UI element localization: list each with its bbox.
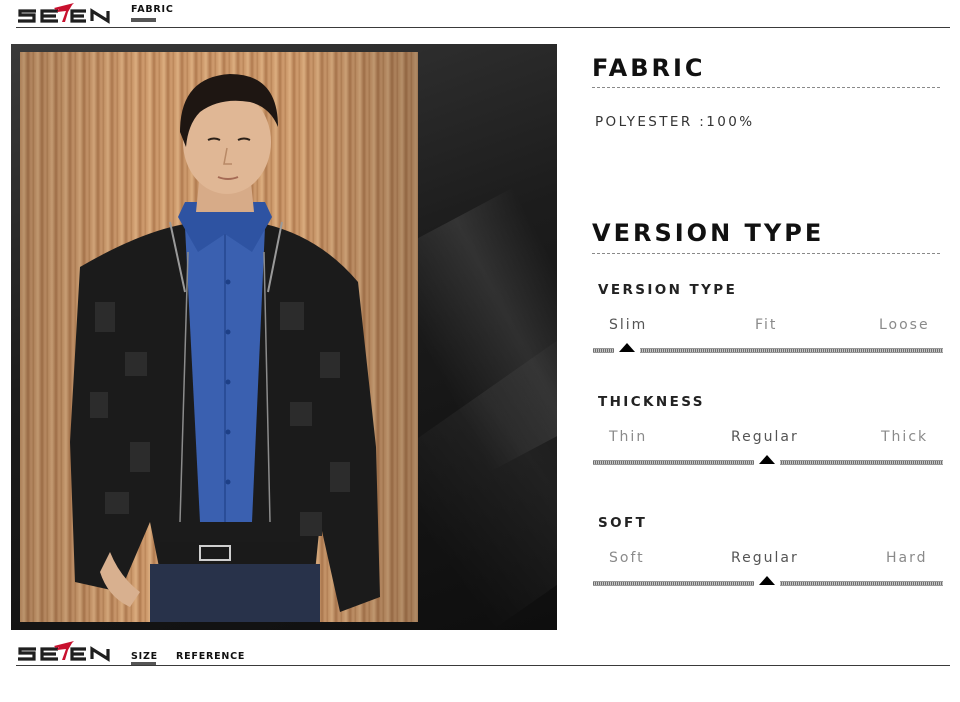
scale-option-slim: Slim bbox=[609, 317, 648, 333]
scale-title-soft: SOFT bbox=[598, 515, 648, 531]
seven-logo-icon bbox=[18, 641, 110, 662]
scale-title-version-type: VERSION TYPE bbox=[598, 282, 738, 298]
slider-pointer-icon bbox=[759, 455, 775, 464]
scale-option-fit: Fit bbox=[755, 317, 778, 333]
slider-pointer-icon bbox=[619, 343, 635, 352]
version-heading: VERSION TYPE bbox=[592, 219, 825, 247]
product-photo bbox=[11, 44, 557, 630]
scale-track-thickness bbox=[593, 455, 943, 468]
scale-track-soft bbox=[593, 576, 943, 589]
fabric-composition: POLYESTER :100% bbox=[595, 114, 755, 130]
section-title-reference: REFERENCE bbox=[176, 651, 246, 662]
scale-option-thin: Thin bbox=[609, 429, 648, 445]
heading-divider bbox=[592, 253, 940, 254]
scale-option-soft: Soft bbox=[609, 550, 645, 566]
scale-title-thickness: THICKNESS bbox=[598, 394, 705, 410]
bottom-brand-bar: SIZE REFERENCE bbox=[16, 638, 950, 666]
seven-logo-icon bbox=[18, 3, 110, 24]
divider bbox=[16, 27, 950, 28]
section-underline bbox=[131, 18, 156, 22]
model-photo bbox=[20, 52, 418, 622]
scale-option-regular: Regular bbox=[731, 429, 799, 445]
divider bbox=[16, 665, 950, 666]
top-brand-bar: FABRIC bbox=[16, 0, 950, 28]
section-title-size: SIZE bbox=[131, 651, 158, 662]
section-title: FABRIC bbox=[131, 4, 174, 15]
scale-option-hard: Hard bbox=[886, 550, 928, 566]
scale-option-thick: Thick bbox=[881, 429, 929, 445]
scale-option-loose: Loose bbox=[879, 317, 930, 333]
fabric-heading: FABRIC bbox=[592, 54, 706, 82]
heading-divider bbox=[592, 87, 940, 88]
scale-track-version-type bbox=[593, 343, 943, 356]
slider-pointer-icon bbox=[759, 576, 775, 585]
model-figure bbox=[70, 74, 380, 622]
scale-option-regular: Regular bbox=[731, 550, 799, 566]
